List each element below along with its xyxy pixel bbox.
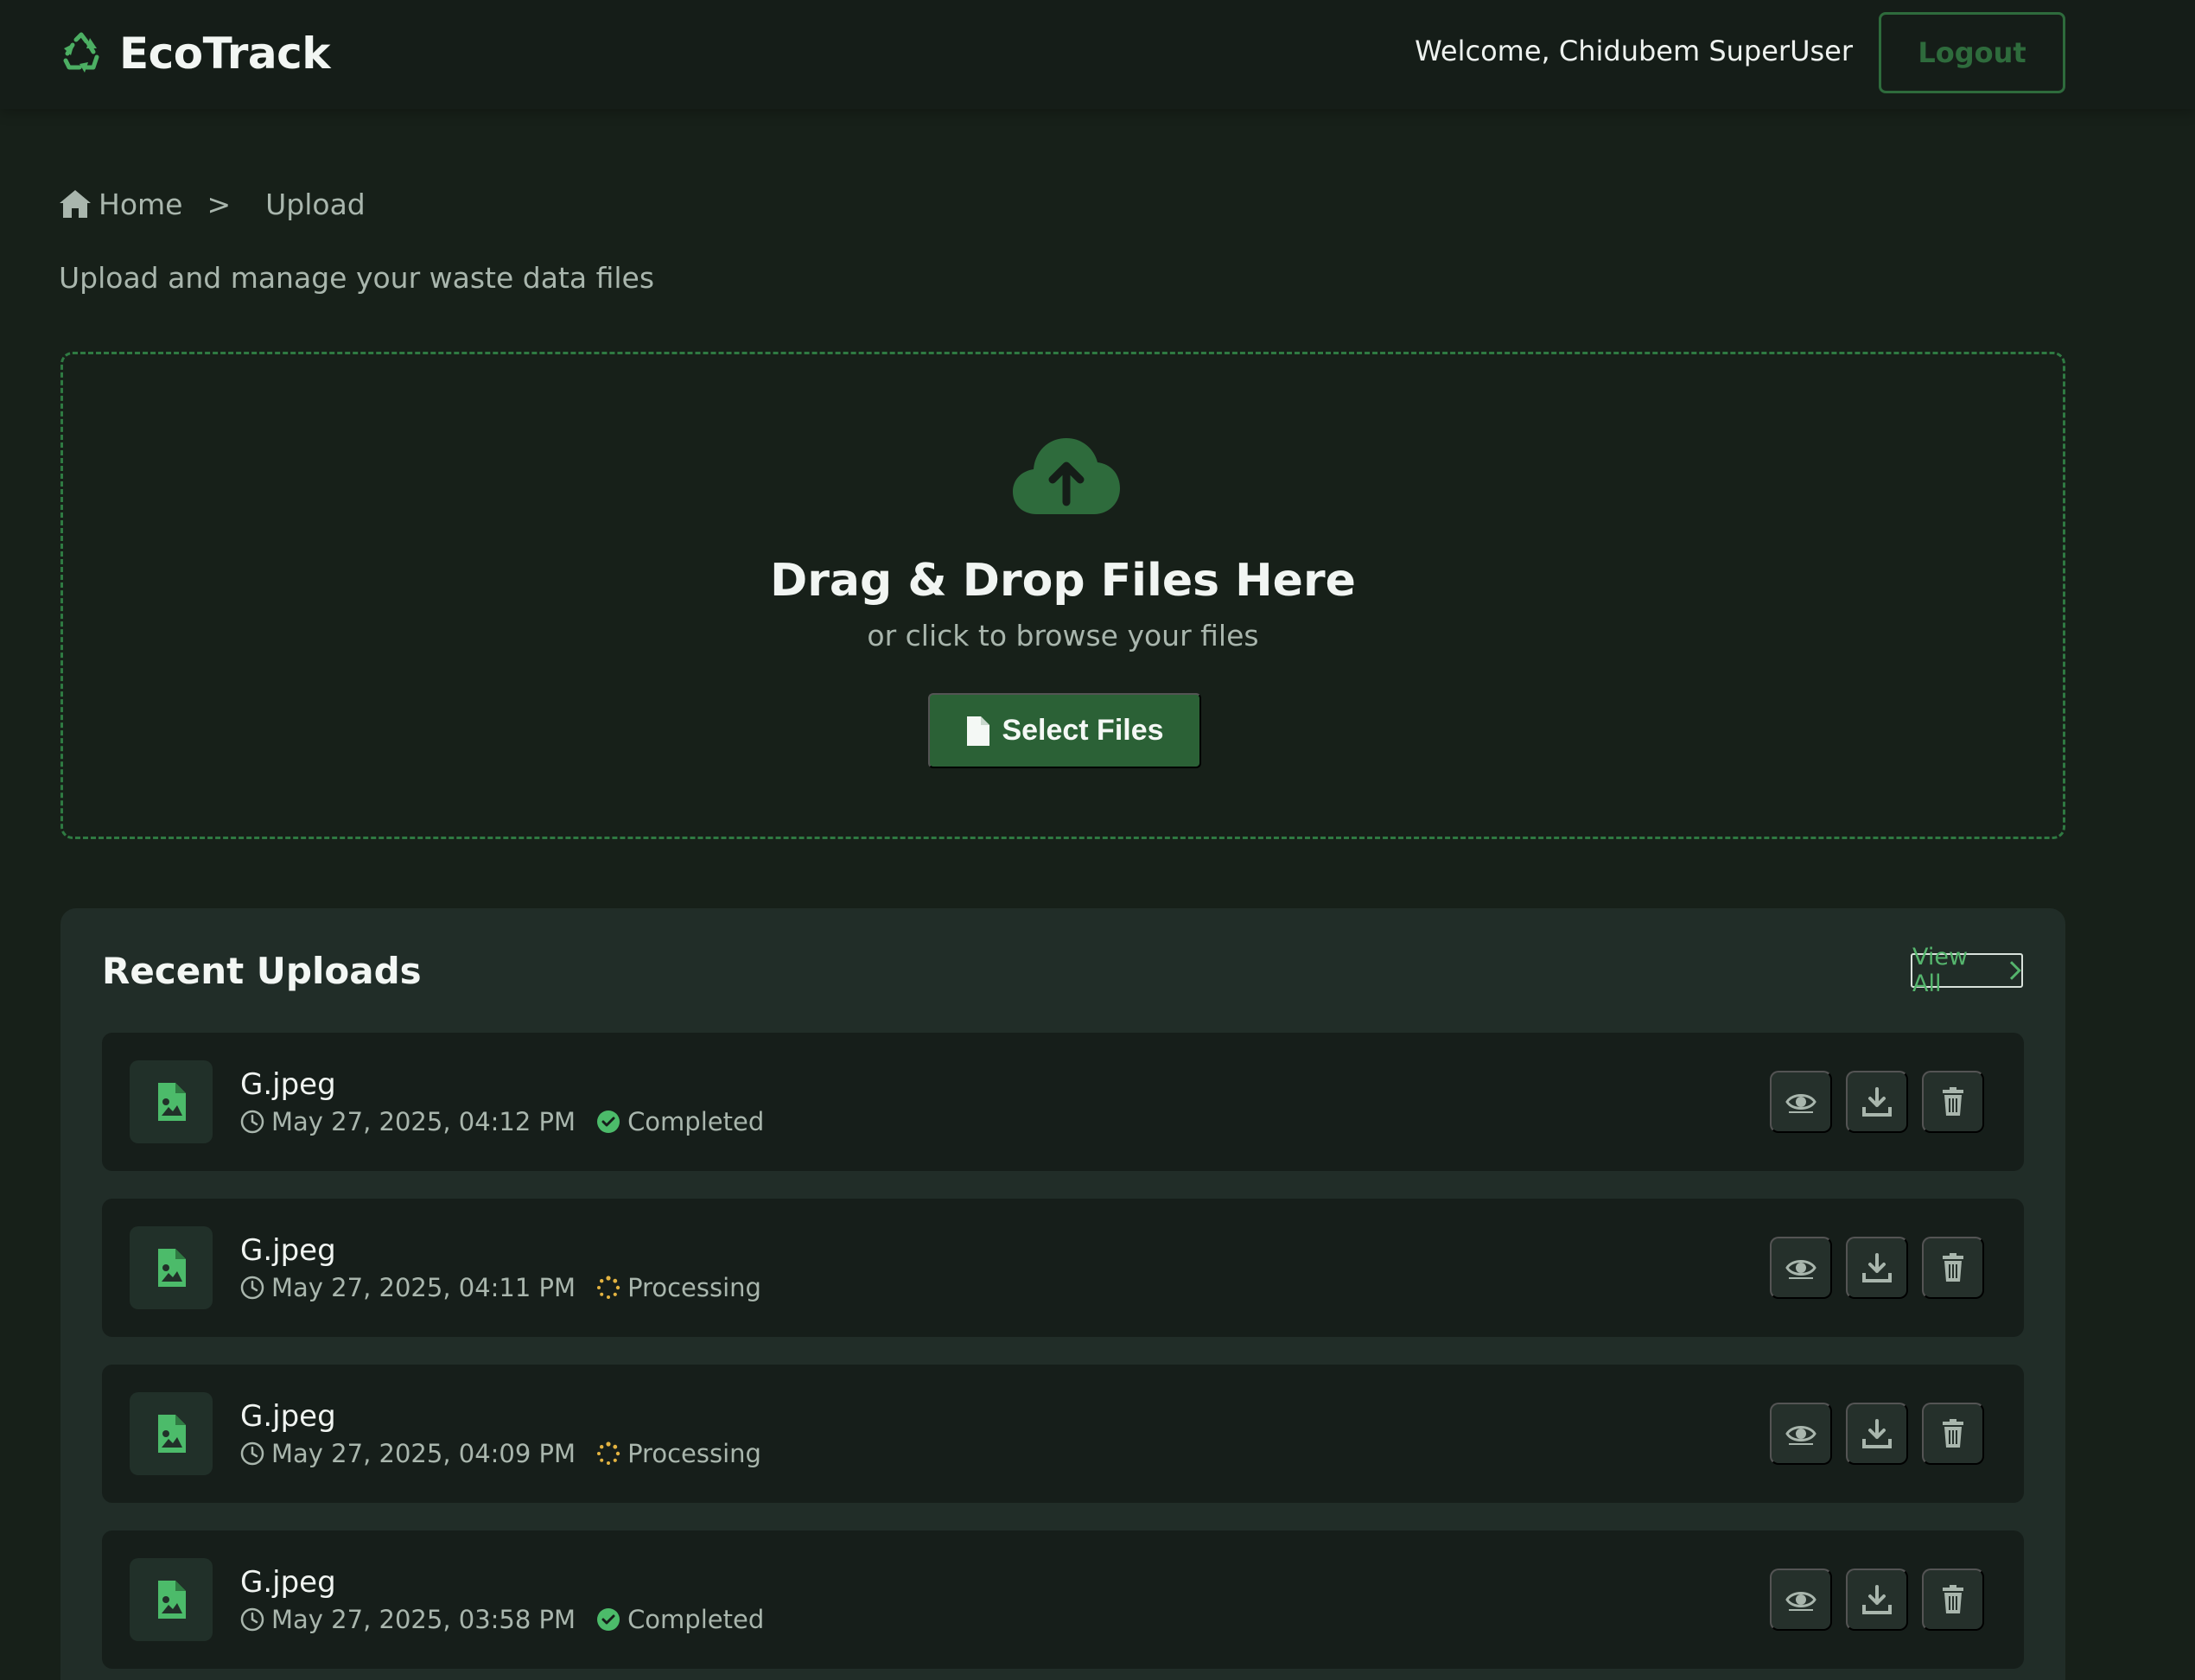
logout-button[interactable]: Logout xyxy=(1879,12,2065,93)
file-dropzone[interactable]: Drag & Drop Files Here or click to brows… xyxy=(60,352,2065,839)
file-name: G.jpeg xyxy=(240,1565,336,1600)
status-badge: Processing xyxy=(627,1439,761,1468)
file-thumbnail xyxy=(130,1558,213,1641)
eye-icon xyxy=(1785,1094,1816,1113)
file-name: G.jpeg xyxy=(240,1233,336,1268)
trash-icon xyxy=(1943,1419,1963,1448)
upload-date: May 27, 2025, 04:12 PM xyxy=(271,1107,576,1136)
file-thumbnail xyxy=(130,1060,213,1143)
file-meta: May 27, 2025, 04:12 PM Completed xyxy=(240,1107,764,1136)
view-button[interactable] xyxy=(1770,1237,1832,1299)
file-thumbnail xyxy=(130,1226,213,1309)
download-icon xyxy=(1862,1253,1892,1282)
delete-button[interactable] xyxy=(1922,1403,1984,1465)
brand-logo[interactable]: EcoTrack xyxy=(59,26,331,81)
file-meta: May 27, 2025, 04:11 PM Processing xyxy=(240,1273,761,1302)
trash-icon xyxy=(1943,1253,1963,1282)
spinner-icon xyxy=(597,1441,620,1465)
download-icon xyxy=(1862,1419,1892,1448)
clock-icon xyxy=(240,1441,264,1466)
eye-icon xyxy=(1785,1592,1816,1611)
delete-button[interactable] xyxy=(1922,1569,1984,1631)
file-meta: May 27, 2025, 04:09 PM Processing xyxy=(240,1439,761,1468)
view-button[interactable] xyxy=(1770,1569,1832,1631)
view-button[interactable] xyxy=(1770,1403,1832,1465)
upload-list-item[interactable]: G.jpeg May 27, 2025, 04:09 PM Processing xyxy=(102,1365,2024,1503)
image-file-icon xyxy=(158,1083,186,1121)
check-circle-icon xyxy=(597,1608,620,1631)
trash-icon xyxy=(1943,1087,1963,1116)
select-files-label: Select Files xyxy=(1002,714,1164,747)
trash-icon xyxy=(1943,1585,1963,1613)
select-files-button[interactable]: Select Files xyxy=(928,693,1201,768)
dropzone-title: Drag & Drop Files Here xyxy=(770,555,1356,607)
brand-name: EcoTrack xyxy=(119,29,331,79)
view-all-link[interactable]: View All xyxy=(1911,944,2023,997)
page-subtitle: Upload and manage your waste data files xyxy=(59,261,655,295)
recycle-icon xyxy=(63,32,99,73)
clock-icon xyxy=(240,1607,264,1632)
recent-uploads-title: Recent Uploads xyxy=(102,950,422,992)
breadcrumb-current: Upload xyxy=(265,187,366,221)
status-badge: Processing xyxy=(627,1273,761,1302)
breadcrumb: Home > Upload xyxy=(59,185,366,223)
status-badge: Completed xyxy=(627,1605,765,1634)
file-name: G.jpeg xyxy=(240,1399,336,1434)
image-file-icon xyxy=(158,1581,186,1619)
image-file-icon xyxy=(158,1249,186,1287)
view-all-label: View All xyxy=(1912,944,1969,997)
delete-button[interactable] xyxy=(1922,1071,1984,1133)
download-button[interactable] xyxy=(1846,1403,1908,1465)
check-circle-icon xyxy=(597,1110,620,1133)
recent-uploads-panel: Recent Uploads View All G.jpeg May 27, 2… xyxy=(60,908,2065,1680)
download-button[interactable] xyxy=(1846,1071,1908,1133)
upload-date: May 27, 2025, 04:09 PM xyxy=(271,1439,576,1468)
spinner-icon xyxy=(597,1276,620,1299)
file-icon xyxy=(967,716,990,746)
upload-date: May 27, 2025, 04:11 PM xyxy=(271,1273,576,1302)
clock-icon xyxy=(240,1276,264,1300)
clock-icon xyxy=(240,1110,264,1134)
status-badge: Completed xyxy=(627,1107,765,1136)
view-button[interactable] xyxy=(1770,1071,1832,1133)
download-icon xyxy=(1862,1585,1892,1614)
file-name: G.jpeg xyxy=(240,1067,336,1102)
delete-button[interactable] xyxy=(1922,1237,1984,1299)
file-thumbnail xyxy=(130,1392,213,1475)
image-file-icon xyxy=(158,1415,186,1453)
home-icon xyxy=(60,190,91,218)
welcome-text: Welcome, Chidubem SuperUser xyxy=(1415,35,1853,67)
upload-list-item[interactable]: G.jpeg May 27, 2025, 04:11 PM Processing xyxy=(102,1199,2024,1337)
chevron-right-icon xyxy=(2010,961,2021,980)
eye-icon xyxy=(1785,1260,1816,1279)
file-meta: May 27, 2025, 03:58 PM Completed xyxy=(240,1605,764,1634)
breadcrumb-home-link[interactable]: Home xyxy=(99,188,182,221)
download-button[interactable] xyxy=(1846,1237,1908,1299)
upload-list-item[interactable]: G.jpeg May 27, 2025, 03:58 PM Completed xyxy=(102,1530,2024,1669)
dropzone-subtitle: or click to browse your files xyxy=(867,619,1259,652)
eye-icon xyxy=(1785,1426,1816,1445)
cloud-upload-icon xyxy=(1013,438,1120,514)
download-icon xyxy=(1862,1087,1892,1117)
breadcrumb-separator: > xyxy=(207,187,232,221)
upload-date: May 27, 2025, 03:58 PM xyxy=(271,1605,576,1634)
top-header: EcoTrack Welcome, Chidubem SuperUser Log… xyxy=(0,0,2195,109)
download-button[interactable] xyxy=(1846,1569,1908,1631)
upload-list-item[interactable]: G.jpeg May 27, 2025, 04:12 PM Completed xyxy=(102,1033,2024,1171)
